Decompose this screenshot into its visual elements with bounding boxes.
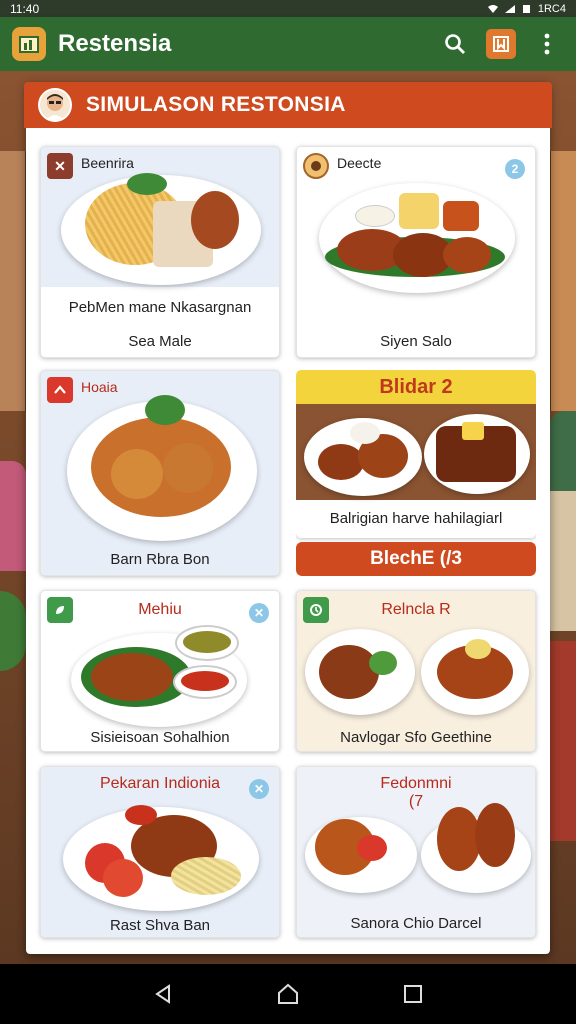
dish-card-8[interactable]: Fedonmni (7 Sanora Chio Darcel <box>296 766 536 938</box>
card-label: Beenrira <box>81 155 134 171</box>
close-round-icon[interactable]: ✕ <box>249 603 269 623</box>
dish-photo <box>41 147 279 287</box>
dish-photo <box>297 147 535 317</box>
background-person-right <box>550 411 576 501</box>
app-bar: Restensia <box>0 17 576 71</box>
background-shelf-right <box>548 151 576 411</box>
dish-card-6[interactable]: Relncla R Navlogar Sfo Geethine <box>296 590 536 752</box>
background-chair <box>550 641 576 841</box>
background-table <box>550 491 576 631</box>
dish-card-2[interactable]: Deecte 2 Siyen Salo <box>296 146 536 358</box>
count-badge: 2 <box>505 159 525 179</box>
chef-badge-icon <box>303 153 329 179</box>
dish-card-5[interactable]: Mehiu ✕ Sisieisoan Sohalhion <box>40 590 280 752</box>
card-subcaption: Sea Male <box>128 333 192 350</box>
card-title: Fedonmni <box>380 775 452 792</box>
recents-button[interactable] <box>393 974 433 1014</box>
card-title: Pekaran Indionia <box>99 775 221 792</box>
status-icons: 1RC4 <box>487 3 566 15</box>
back-icon <box>154 984 170 1004</box>
app-logo-icon <box>12 27 46 61</box>
back-button[interactable] <box>143 974 183 1014</box>
card-caption: Navlogar Sfo Geethine <box>340 729 492 746</box>
status-right-text: 1RC4 <box>537 2 566 15</box>
card-caption: Sanora Chio Darcel <box>350 915 482 932</box>
action-button[interactable]: BlechE (/3 <box>296 542 536 576</box>
dish-card-3[interactable]: Hoaia Barn Rbra Bon <box>40 370 280 576</box>
wifi-icon <box>487 4 498 13</box>
panel-title: SIMULASON RESTONSIA <box>86 93 346 116</box>
home-button[interactable] <box>268 974 308 1014</box>
dish-card-4-body: Blidar 2 Balrigian harve hahilagiarl <box>296 370 536 538</box>
card-label: Deecte <box>337 155 382 171</box>
dish-card-1[interactable]: ✕ Beenrira PebMen mane Nkasargnan Sea Ma… <box>40 146 280 358</box>
home-icon <box>277 983 298 1004</box>
close-badge-icon[interactable]: ✕ <box>47 153 73 179</box>
card-caption: Sisieisoan Sohalhion <box>90 729 230 746</box>
card-caption: Siyen Salo <box>380 333 452 350</box>
battery-icon <box>522 4 530 13</box>
chef-avatar-icon <box>38 88 72 122</box>
bookmark-button[interactable] <box>484 27 518 61</box>
status-time: 11:40 <box>10 1 40 16</box>
panel-header: SIMULASON RESTONSIA <box>24 82 552 128</box>
bookmark-icon <box>493 36 509 52</box>
signal-icon <box>504 4 515 13</box>
card-header: Blidar 2 <box>296 370 536 404</box>
dish-card-7[interactable]: Pekaran Indionia ✕ Rast Shva Ban <box>40 766 280 938</box>
card-caption: Barn Rbra Bon <box>110 551 210 568</box>
app-title: Restensia <box>58 30 172 57</box>
card-title: Relncla R <box>381 601 451 618</box>
search-button[interactable] <box>438 27 472 61</box>
background-person-left <box>0 461 26 571</box>
tag-badge-icon[interactable] <box>47 377 73 403</box>
navigation-bar <box>0 964 576 1024</box>
search-icon <box>445 34 465 54</box>
background-shelf-left <box>0 151 28 411</box>
card-label: Hoaia <box>81 379 118 395</box>
more-options-button[interactable] <box>530 27 564 61</box>
dish-photo <box>41 371 279 575</box>
more-vert-icon <box>544 33 550 55</box>
card-title: Mehiu <box>138 601 182 618</box>
recents-icon <box>404 985 423 1003</box>
dish-card-4[interactable]: Blidar 2 Balrigian harve hahilagiarl Ble… <box>296 370 536 576</box>
background-plant <box>0 591 26 671</box>
status-bar: 11:40 1RC4 <box>0 0 576 17</box>
card-subtitle: (7 <box>408 793 424 810</box>
card-caption: PebMen mane Nkasargnan <box>68 299 252 316</box>
card-caption: Rast Shva Ban <box>109 917 211 934</box>
dish-photo <box>296 404 536 500</box>
card-caption: Balrigian harve hahilagiarl <box>329 510 503 527</box>
simulation-panel: SIMULASON RESTONSIA ✕ Beenrira PebMen ma… <box>24 82 552 954</box>
close-round-icon[interactable]: ✕ <box>249 779 269 799</box>
